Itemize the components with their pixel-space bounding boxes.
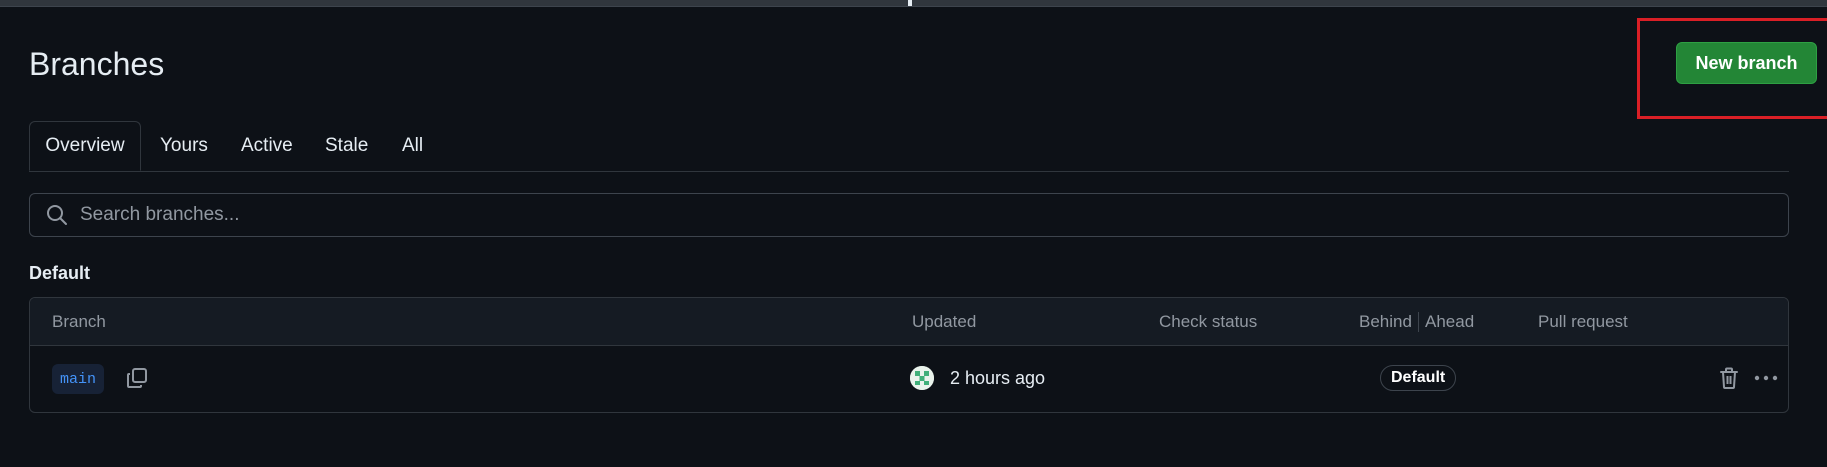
column-ahead: Ahead bbox=[1425, 312, 1475, 331]
tab-yours[interactable]: Yours bbox=[160, 121, 208, 171]
branch-name-link[interactable]: main bbox=[52, 364, 105, 394]
kebab-horizontal-icon[interactable] bbox=[1753, 366, 1779, 390]
section-default-label: Default bbox=[29, 263, 91, 283]
tab-active[interactable]: Active bbox=[241, 121, 293, 171]
column-behind: Behind bbox=[1359, 312, 1412, 331]
search-input[interactable] bbox=[78, 203, 1732, 227]
column-pull-request: Pull request bbox=[1538, 312, 1628, 331]
avatar-identicon bbox=[910, 366, 934, 390]
column-check-status: Check status bbox=[1159, 312, 1258, 331]
tab-all[interactable]: All bbox=[402, 121, 423, 171]
search-icon bbox=[47, 205, 67, 225]
tab-stale[interactable]: Stale bbox=[325, 121, 368, 171]
default-branch-badge: Default bbox=[1380, 365, 1457, 391]
copy-icon[interactable] bbox=[125, 366, 149, 390]
branch-filter-tabs: Overview Yours Active Stale All bbox=[29, 121, 1789, 172]
behind-ahead-divider bbox=[1418, 312, 1419, 332]
new-branch-button[interactable]: New branch bbox=[1676, 42, 1817, 84]
search-branches[interactable] bbox=[29, 193, 1789, 237]
trash-icon[interactable] bbox=[1718, 366, 1740, 390]
column-updated: Updated bbox=[912, 312, 977, 331]
page-title: Branches bbox=[29, 46, 165, 82]
tab-overview[interactable]: Overview bbox=[29, 121, 141, 171]
avatar[interactable] bbox=[910, 366, 934, 390]
table-header: Branch Updated Check status Behind Ahead… bbox=[30, 298, 1788, 346]
updated-time[interactable]: 2 hours ago bbox=[950, 368, 1045, 389]
table-row: main 2 hours ago Default bbox=[30, 346, 1788, 412]
branches-table: Branch Updated Check status Behind Ahead… bbox=[29, 297, 1789, 413]
branches-page: Branches New branch Overview Yours Activ… bbox=[29, 0, 1827, 467]
column-branch: Branch bbox=[52, 312, 106, 331]
